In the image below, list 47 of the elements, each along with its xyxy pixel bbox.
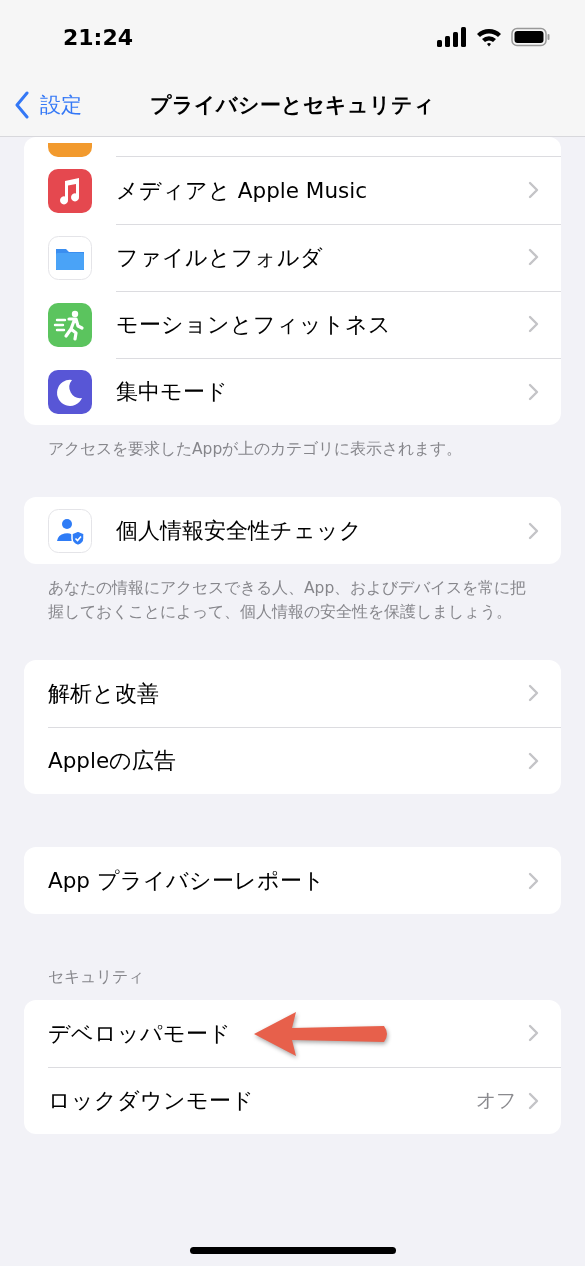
status-time: 21:24 (63, 24, 134, 50)
chevron-icon (528, 521, 539, 540)
chevron-icon (528, 315, 539, 333)
app-icon (48, 168, 92, 213)
settings-row[interactable]: 集中モード (24, 358, 561, 425)
wifi-icon (476, 27, 502, 47)
battery-icon (511, 27, 551, 47)
settings-row[interactable]: 解析と改善 (24, 660, 561, 727)
chevron-icon (528, 181, 539, 199)
back-button[interactable]: 設定 (14, 91, 82, 119)
app-icon (48, 302, 92, 347)
app-icon (48, 235, 92, 280)
row-label: 集中モード (116, 378, 229, 406)
section-footer: あなたの情報にアクセスできる人、App、およびデバイスを常に把握しておくことによって、個人情報の安全性を保護しましょう。 (0, 564, 585, 624)
back-chevron-icon (14, 91, 30, 119)
section-footer: アクセスを要求したAppが上のカテゴリに表示されます。 (0, 425, 585, 461)
row-label: メディアと Apple Music (116, 176, 369, 205)
nav-title: プライバシーとセキュリティ (150, 92, 435, 119)
chevron-icon (528, 1024, 539, 1042)
settings-row[interactable]: モーションとフィットネス (24, 291, 561, 358)
row-label: ファイルとフォルダ (116, 243, 324, 272)
section-header: セキュリティ (47, 967, 145, 988)
chevron-icon (528, 871, 539, 890)
chevron-icon (528, 248, 539, 266)
settings-row[interactable]: デベロッパモード (24, 1000, 561, 1067)
chevron-icon (528, 751, 539, 770)
settings-row[interactable]: ファイルとフォルダ (24, 224, 561, 291)
row-label: 解析と改善 (48, 679, 160, 708)
chevron-icon (528, 382, 539, 401)
row-label: ロックダウンモード (48, 1087, 255, 1115)
row-label: Appleの広告 (48, 747, 178, 775)
settings-row[interactable]: 個人情報安全性チェック (24, 497, 561, 564)
settings-row[interactable]: ロックダウンモード オフ (24, 1067, 561, 1134)
row-label: 個人情報安全性チェック (116, 517, 363, 545)
app-icon (48, 508, 92, 553)
app-icon (48, 143, 92, 157)
chevron-icon (528, 684, 539, 702)
app-icon (48, 369, 92, 414)
row-label: App プライバシーレポート (48, 867, 326, 895)
settings-row[interactable]: Appleの広告 (24, 727, 561, 794)
signal-icon (437, 27, 467, 47)
row-label: デベロッパモード (48, 1019, 232, 1048)
chevron-icon (528, 1091, 539, 1110)
row-value: オフ (476, 1087, 516, 1114)
settings-row[interactable]: メディアと Apple Music (24, 157, 561, 224)
settings-row[interactable]: App プライバシーレポート (24, 847, 561, 914)
row-label: モーションとフィットネス (116, 310, 392, 339)
